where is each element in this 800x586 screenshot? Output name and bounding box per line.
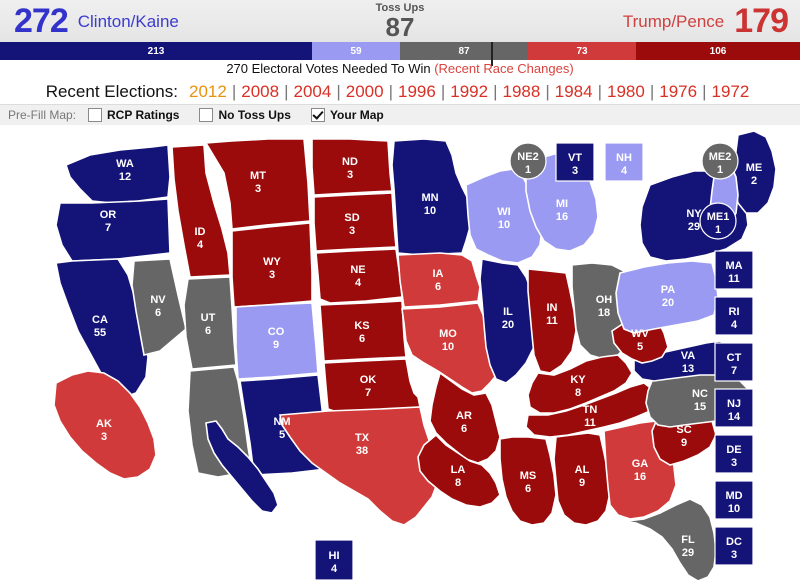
state-al[interactable] [553,432,611,526]
state-pa[interactable] [615,260,719,334]
gop-ticket-label: Trump/Pence [622,11,725,31]
prefill-option-label: RCP Ratings [107,108,180,122]
threshold-caption-text: 270 Electoral Votes Needed To Win [226,61,435,76]
state-nd[interactable] [311,138,393,196]
election-year-1996[interactable]: 1996 [393,82,441,102]
election-year-1984[interactable]: 1984 [550,82,598,102]
state-box-ne2[interactable] [509,142,547,180]
state-box-hi[interactable] [314,539,354,581]
recent-race-changes-link[interactable]: (Recent Race Changes) [434,61,573,76]
state-me[interactable] [733,130,777,214]
state-sd[interactable] [313,192,397,252]
prefill-option-label: Your Map [329,108,384,122]
election-year-1976[interactable]: 1976 [654,82,702,102]
state-box-vt[interactable] [555,142,595,182]
checkbox-icon[interactable] [88,108,103,122]
prefill-map-label: Pre-Fill Map: [8,108,77,122]
state-ks[interactable] [319,300,407,362]
us-map-svg[interactable]: WA12OR7CA55NV6ID4MT3WY3UT6 CO9NM5ND3SD3NE… [0,125,800,586]
gop-summary: Trump/Pence 179 [622,0,789,42]
threshold-caption: 270 Electoral Votes Needed To Win (Recen… [0,61,800,76]
state-box-me2[interactable] [701,142,739,180]
gop-electoral-votes: 179 [734,2,789,40]
state-box-me1[interactable] [699,202,737,240]
bar-segment-4: 106 [636,42,800,60]
bar-segment-0: 213 [0,42,312,60]
state-box-ma[interactable] [714,250,754,290]
recent-elections-row: Recent Elections: 2012 | 2008 | 2004 | 2000 | 19… [0,80,800,104]
state-box-nj[interactable] [714,388,754,428]
state-wa[interactable] [65,144,171,204]
electoral-map-app: 272 Clinton/Kaine Toss Ups 87 Trump/Penc… [0,0,800,586]
bar-segment-3: 73 [528,42,636,60]
state-in[interactable] [527,268,577,374]
prefill-option-your-map[interactable]: Your Map [310,108,384,122]
prefill-option-label: No Toss Ups [218,108,291,122]
election-year-1992[interactable]: 1992 [445,82,493,102]
election-year-2012[interactable]: 2012 [184,82,232,102]
state-mt[interactable] [204,138,311,230]
state-ia[interactable] [397,252,481,308]
election-year-1988[interactable]: 1988 [497,82,545,102]
prefill-option-rcp-ratings[interactable]: RCP Ratings [88,108,179,122]
us-electoral-map[interactable]: WA 12 OR 7 CA 55 NV 6 ID 4 MT 3 WY 3 UT 6 CO 9 NM 5 ND 3 SD 3 NE… [0,125,800,586]
bar-segment-2: 87 [400,42,528,60]
state-box-ct[interactable] [714,342,754,382]
prefill-option-no-toss-ups[interactable]: No Toss Ups [199,108,291,122]
bar-segment-1: 59 [312,42,400,60]
checkbox-icon[interactable] [199,108,214,122]
state-box-ri[interactable] [714,296,754,336]
state-ms[interactable] [499,436,557,526]
state-co[interactable] [235,302,319,380]
state-box-de[interactable] [714,434,754,474]
state-or[interactable] [55,198,171,262]
recent-elections-label: Recent Elections: [45,82,178,101]
state-ut[interactable] [183,276,237,370]
electoral-vote-bar: 213 59 87 73 106 [0,42,800,60]
prefill-map-row: Pre-Fill Map: RCP Ratings No Toss Ups Your… [0,104,800,126]
checkbox-icon[interactable] [310,108,325,122]
state-box-md[interactable] [714,480,754,520]
state-ok[interactable] [323,358,421,414]
header-bar: 272 Clinton/Kaine Toss Ups 87 Trump/Penc… [0,0,800,42]
state-box-nh[interactable] [604,142,644,182]
election-year-1980[interactable]: 1980 [602,82,650,102]
election-year-1972[interactable]: 1972 [706,82,754,102]
election-year-2008[interactable]: 2008 [236,82,284,102]
state-ak[interactable] [53,370,157,480]
state-mn[interactable] [391,138,473,256]
state-box-dc[interactable] [714,526,754,566]
election-year-2004[interactable]: 2004 [288,82,336,102]
state-ne[interactable] [315,248,403,304]
state-wy[interactable] [231,222,313,308]
election-year-2000[interactable]: 2000 [341,82,389,102]
